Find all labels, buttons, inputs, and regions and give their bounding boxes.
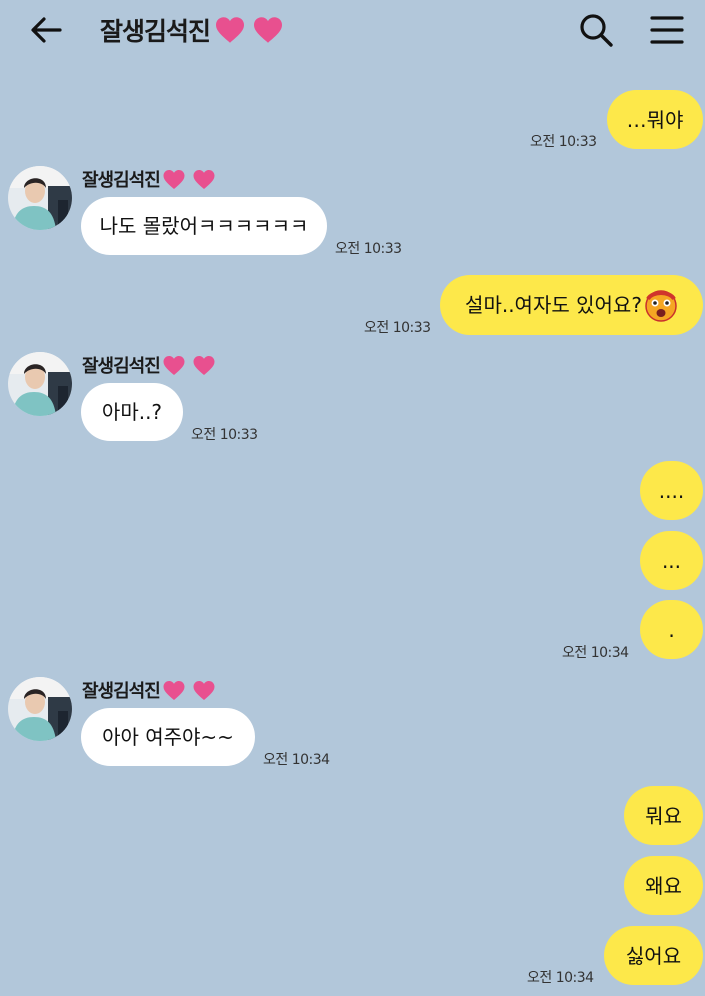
my-message-bubble[interactable]: …뭐야 bbox=[607, 90, 703, 149]
message-text: ... bbox=[661, 548, 682, 573]
message-text: …뭐야 bbox=[626, 107, 684, 132]
heart-icon bbox=[162, 680, 186, 701]
message-text: 설마..여자도 있어요? bbox=[465, 293, 642, 317]
menu-button[interactable] bbox=[647, 12, 687, 48]
chat-header: 잘생김석진 bbox=[0, 0, 705, 60]
my-message-bubble[interactable]: ... bbox=[640, 531, 703, 590]
chat-title: 잘생김석진 bbox=[100, 10, 284, 50]
heart-icon bbox=[192, 680, 216, 701]
message-text: 아마..? bbox=[101, 400, 163, 424]
heart-icon bbox=[162, 355, 186, 376]
message-text: 싫어요 bbox=[625, 943, 682, 968]
my-message-bubble[interactable]: 설마..여자도 있어요? bbox=[440, 275, 703, 335]
message-text: 아아 여주야~~ bbox=[102, 725, 234, 749]
my-message-bubble[interactable]: .... bbox=[640, 461, 703, 520]
arrow-left-icon bbox=[31, 17, 62, 43]
search-icon bbox=[580, 14, 613, 47]
message-time: 오전 10:34 bbox=[562, 645, 629, 661]
message-text: 뭐요 bbox=[645, 803, 682, 828]
hamburger-menu-icon bbox=[650, 16, 684, 44]
message-time: 오전 10:34 bbox=[527, 970, 594, 986]
message-text: 왜요 bbox=[645, 873, 682, 898]
heart-icon bbox=[192, 355, 216, 376]
message-time: 오전 10:34 bbox=[263, 752, 330, 768]
message-time: 오전 10:33 bbox=[364, 320, 431, 336]
sender-name-text: 잘생김석진 bbox=[82, 170, 161, 191]
my-message-bubble[interactable]: 뭐요 bbox=[624, 786, 703, 845]
sender-name: 잘생김석진 bbox=[82, 352, 216, 378]
my-message-bubble[interactable]: 왜요 bbox=[624, 856, 703, 915]
their-message-bubble[interactable]: 아마..? bbox=[81, 383, 183, 441]
sender-name: 잘생김석진 bbox=[82, 166, 216, 192]
message-text: . bbox=[668, 617, 675, 642]
their-message-bubble[interactable]: 나도 몰랐어ㅋㅋㅋㅋㅋㅋ bbox=[81, 197, 327, 255]
sender-name-text: 잘생김석진 bbox=[82, 681, 161, 702]
sender-name: 잘생김석진 bbox=[82, 677, 216, 703]
message-time: 오전 10:33 bbox=[530, 134, 597, 150]
back-button[interactable] bbox=[26, 12, 66, 48]
message-time: 오전 10:33 bbox=[191, 427, 258, 443]
shocked-face-icon bbox=[645, 290, 677, 322]
search-button[interactable] bbox=[576, 10, 616, 50]
avatar[interactable] bbox=[8, 677, 72, 741]
my-message-bubble[interactable]: 싫어요 bbox=[604, 926, 703, 985]
message-text: 나도 몰랐어ㅋㅋㅋㅋㅋㅋ bbox=[99, 214, 309, 238]
chat-title-text: 잘생김석진 bbox=[100, 17, 211, 46]
my-message-bubble[interactable]: . bbox=[640, 600, 703, 659]
heart-icon bbox=[192, 169, 216, 190]
message-text: .... bbox=[658, 478, 685, 503]
message-time: 오전 10:33 bbox=[335, 241, 402, 257]
heart-icon bbox=[252, 16, 284, 44]
avatar[interactable] bbox=[8, 352, 72, 416]
heart-icon bbox=[214, 16, 246, 44]
avatar[interactable] bbox=[8, 166, 72, 230]
sender-name-text: 잘생김석진 bbox=[82, 356, 161, 377]
heart-icon bbox=[162, 169, 186, 190]
their-message-bubble[interactable]: 아아 여주야~~ bbox=[81, 708, 255, 766]
